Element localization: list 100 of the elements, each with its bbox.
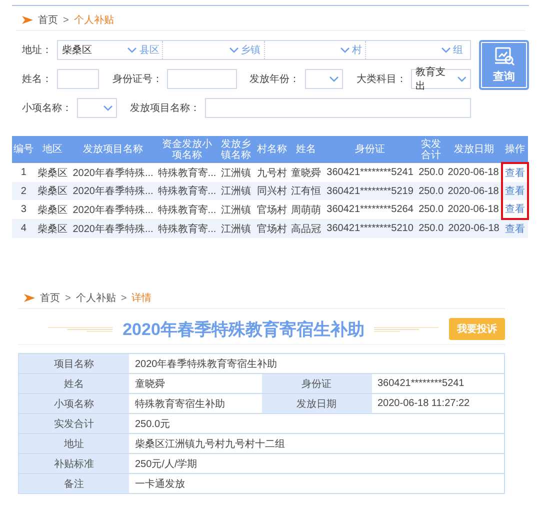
table-cell: 2020-06-18 [445, 163, 502, 182]
field-label: 发放项目名称： [130, 102, 200, 115]
column-header: 发放日期 [445, 136, 502, 163]
table-cell: 特殊教育寄... [156, 200, 218, 219]
detail-label: 小项名称 [19, 394, 129, 414]
field-label: 姓名： [22, 73, 52, 86]
chevron-down-icon [329, 75, 340, 83]
table-cell: 2 [12, 182, 36, 200]
address-dropdown[interactable]: 乡镇 [163, 41, 264, 59]
search-button[interactable]: 查询 [479, 40, 529, 90]
breadcrumb-separator: > [63, 14, 69, 26]
table-cell: 童晓舜 [289, 163, 323, 182]
table-cell: 2020年春季特殊... [69, 200, 157, 219]
detail-label: 项目名称 [19, 354, 129, 374]
column-header: 编号 [12, 136, 36, 163]
table-cell: 2020年春季特殊... [69, 219, 157, 238]
breadcrumb-link[interactable]: 首页 [38, 13, 58, 27]
table-cell: 360421********5241 [322, 163, 418, 182]
breadcrumb-link[interactable]: 首页 [40, 291, 60, 305]
field-label: 发放年份： [250, 73, 300, 86]
breadcrumb-separator: > [65, 292, 71, 304]
column-header: 姓名 [289, 136, 323, 163]
column-header: 发放乡镇名称 [217, 136, 256, 163]
table-cell: 4 [12, 219, 36, 238]
detail-value: 2020-06-18 11:27:22 [372, 394, 504, 414]
table-cell: 官场村 [255, 219, 290, 238]
table-cell: 江洲镇 [217, 219, 256, 238]
table-cell: 250.0 [417, 219, 446, 238]
detail-value: 250.0元 [129, 414, 504, 434]
table-cell: 柴桑区 [35, 200, 70, 219]
select-field[interactable]: 教育支出 [411, 69, 471, 89]
column-header: 操作 [502, 136, 528, 163]
detail-value: 特殊教育寄宿生补助 [129, 394, 262, 414]
table-cell: 250.0 [417, 182, 446, 200]
table-cell: 2020-06-18 [445, 200, 502, 219]
address-dropdown[interactable]: 组 [366, 41, 466, 59]
table-cell: 250.0 [417, 200, 446, 219]
view-link[interactable]: 查看 [504, 200, 526, 218]
view-link[interactable]: 查看 [503, 220, 527, 238]
chevron-down-icon [457, 75, 467, 83]
table-cell: 1 [12, 163, 36, 182]
field-label: 身份证号： [112, 73, 162, 86]
breadcrumb-current[interactable]: 详情 [132, 291, 152, 305]
table-cell: 柴桑区 [35, 163, 70, 182]
column-header: 资金发放小项名称 [156, 136, 218, 163]
chevron-down-icon [340, 46, 350, 54]
detail-value: 柴桑区江洲镇九号村九号村十二组 [129, 434, 504, 454]
column-header: 身份证 [322, 136, 418, 163]
table-cell: 2020-06-18 [445, 182, 502, 200]
field-label: 地址： [22, 44, 52, 57]
table-cell: 360421********5264 [322, 200, 418, 219]
select-field[interactable] [77, 98, 117, 118]
table-cell: 江洲镇 [217, 200, 256, 219]
input-field[interactable] [205, 98, 471, 118]
input-field[interactable] [57, 69, 100, 89]
chevron-down-icon [441, 46, 451, 54]
table-cell: 官场村 [255, 200, 290, 219]
table-cell: 特殊教育寄... [156, 182, 218, 200]
input-field[interactable] [167, 69, 237, 89]
select-field[interactable] [304, 69, 344, 89]
table-cell: 2020-06-18 [445, 219, 502, 238]
column-header: 发放项目名称 [69, 136, 157, 163]
table-cell: 250.0 [417, 163, 446, 182]
table-cell: 2020年春季特殊... [69, 163, 157, 182]
table-cell: 高品冠 [289, 219, 323, 238]
table-cell: 3 [12, 200, 36, 219]
table-cell: 江有恒 [289, 182, 323, 200]
address-dropdown[interactable]: 村 [264, 41, 366, 59]
table-cell: 柴桑区 [35, 182, 70, 200]
table-cell: 同兴村 [255, 182, 290, 200]
detail-label: 地址 [19, 434, 129, 454]
detail-value: 250元/人/学期 [129, 454, 504, 474]
detail-value: 童晓舜 [129, 374, 262, 394]
field-label: 小项名称： [22, 102, 72, 115]
column-header: 地区 [35, 136, 70, 163]
field-label: 大类科目： [356, 72, 406, 86]
table-cell: 九号村 [255, 163, 290, 182]
table-cell: 360421********5210 [322, 219, 418, 238]
breadcrumb-link[interactable]: 个人补贴 [76, 291, 116, 305]
view-link[interactable]: 查看 [504, 164, 526, 182]
detail-label: 身份证 [262, 374, 372, 394]
table-cell: 2020年春季特殊... [69, 182, 157, 200]
arrow-icon [22, 15, 33, 25]
detail-label: 发放日期 [262, 394, 372, 414]
detail-label: 姓名 [19, 374, 129, 394]
search-icon [494, 46, 514, 66]
column-header: 实发合计 [417, 136, 446, 163]
breadcrumb-separator: > [120, 292, 127, 304]
breadcrumb-current[interactable]: 个人补贴 [74, 13, 114, 27]
complaint-button[interactable]: 我要投诉 [449, 318, 505, 340]
table-cell: 柴桑区 [35, 219, 70, 238]
arrow-icon [24, 293, 35, 303]
detail-value: 360421********5241 [372, 374, 504, 394]
detail-label: 备注 [19, 474, 129, 494]
address-dropdown[interactable]: 柴桑区 县区 [62, 41, 164, 59]
view-link[interactable]: 查看 [504, 182, 526, 200]
table-cell: 特殊教育寄... [156, 163, 218, 182]
table-cell: 特殊教育寄... [156, 219, 218, 238]
chevron-down-icon [127, 46, 138, 54]
chevron-down-icon [103, 104, 113, 112]
